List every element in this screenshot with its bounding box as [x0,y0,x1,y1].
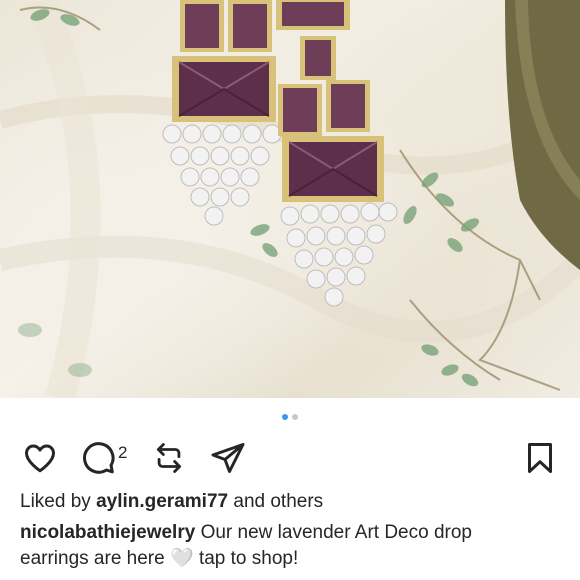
caption-cta: tap to shop! [198,548,299,569]
send-icon [211,443,245,473]
post-caption: nicolabathiejewelry Our new lavender Art… [20,520,540,572]
save-button[interactable] [522,438,558,478]
comment-count: 2 [118,443,128,462]
earrings-image [0,0,580,398]
carousel-indicator [0,414,580,420]
heart-icon [25,444,55,473]
likes-prefix: Liked by [20,491,91,512]
likes-summary: Liked by aylin.gerami77 and others [20,490,323,514]
earring-right [276,0,398,307]
white-heart-emoji: 🤍 [169,548,194,569]
comment-icon [83,442,115,474]
likes-suffix[interactable]: and others [233,491,323,512]
share-button[interactable] [210,438,246,478]
earring-left [162,0,282,226]
post-photo[interactable] [0,0,580,398]
caption-username[interactable]: nicolabathiejewelry [20,522,195,543]
post-actions-bar: 2 [0,438,580,478]
repost-button[interactable] [152,438,186,478]
like-button[interactable] [22,438,58,478]
carousel-dot [292,414,298,420]
liker-username[interactable]: aylin.gerami77 [96,491,228,512]
repost-icon [156,443,182,473]
carousel-dot-active [282,414,288,420]
comment-button[interactable]: 2 [80,438,127,478]
bookmark-icon [528,443,552,473]
